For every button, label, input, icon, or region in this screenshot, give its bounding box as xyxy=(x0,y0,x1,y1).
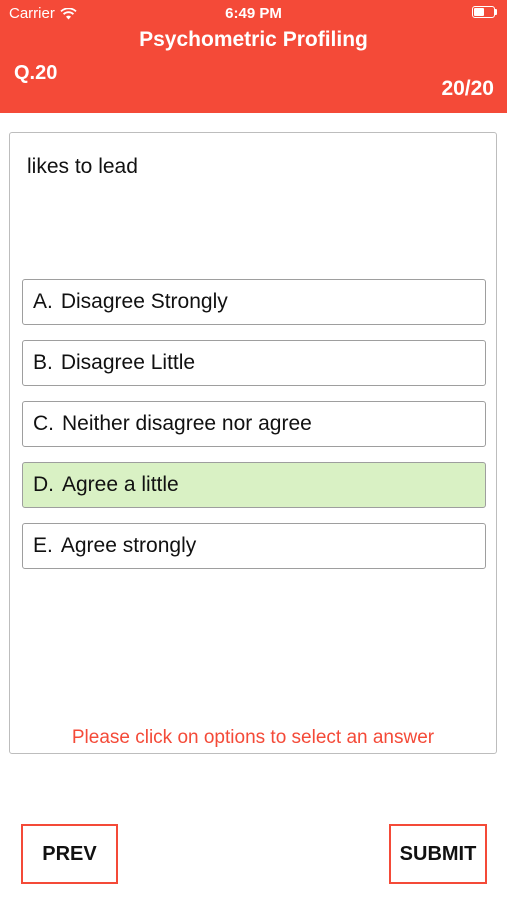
question-text: likes to lead xyxy=(27,155,138,178)
option-c[interactable]: C. Neither disagree nor agree xyxy=(22,401,486,447)
option-label: Disagree Strongly xyxy=(60,290,228,313)
status-bar: Carrier 6:49 PM xyxy=(0,0,507,28)
option-a[interactable]: A. Disagree Strongly xyxy=(22,279,486,325)
question-number: Q.20 xyxy=(14,62,58,84)
option-letter: C. xyxy=(33,412,54,435)
option-letter: E. xyxy=(33,534,53,557)
prev-button[interactable]: PREV xyxy=(21,824,118,884)
submit-button[interactable]: SUBMIT xyxy=(389,824,487,884)
question-counter: 20/20 xyxy=(441,77,494,100)
option-b[interactable]: B. Disagree Little xyxy=(22,340,486,386)
option-letter: B. xyxy=(33,351,53,374)
option-label: Agree a little xyxy=(62,473,179,496)
option-letter: A. xyxy=(33,290,53,313)
question-card: likes to lead A. Disagree Strongly B. Di… xyxy=(9,132,497,754)
header-bar: Carrier 6:49 PM Psychometric Profiling Q… xyxy=(0,0,507,113)
battery-icon xyxy=(472,6,497,18)
option-e[interactable]: E. Agree strongly xyxy=(22,523,486,569)
option-letter: D. xyxy=(33,473,54,496)
option-label: Disagree Little xyxy=(60,351,196,374)
status-time: 6:49 PM xyxy=(225,5,282,22)
option-label: Agree strongly xyxy=(60,534,197,557)
page-title: Psychometric Profiling xyxy=(139,28,368,51)
option-d[interactable]: D. Agree a little xyxy=(22,462,486,508)
select-answer-hint: Please click on options to select an ans… xyxy=(71,727,435,748)
option-label: Neither disagree nor agree xyxy=(62,412,312,435)
